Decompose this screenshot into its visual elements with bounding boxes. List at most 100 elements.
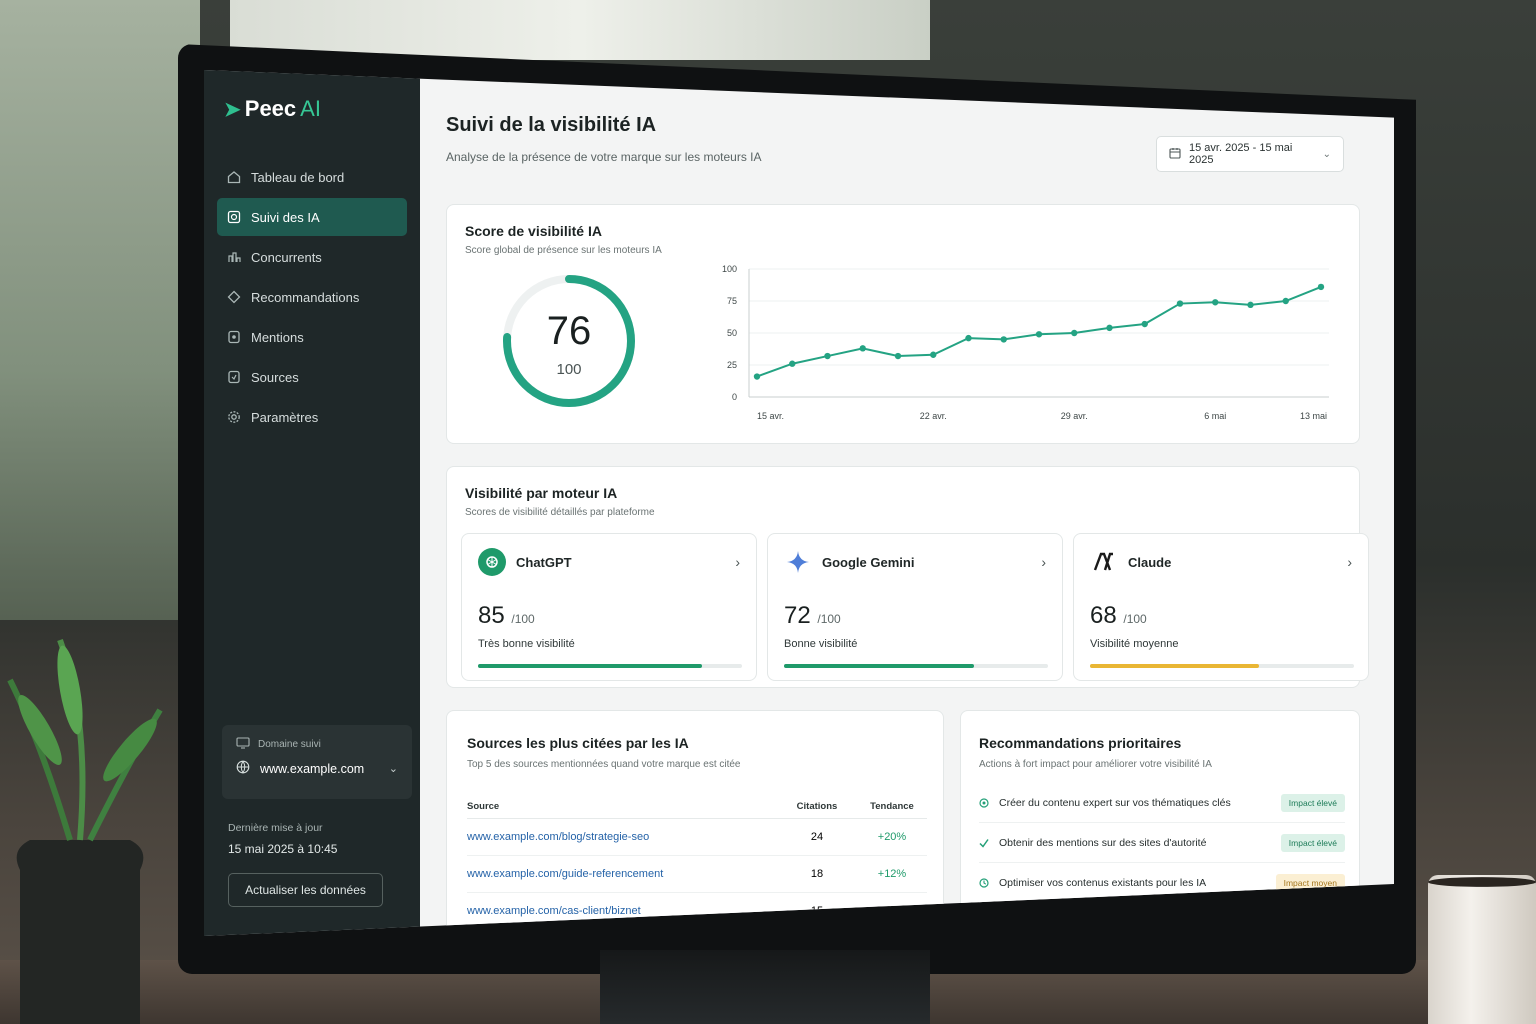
sidebar-item-recommendations[interactable]: Recommandations: [217, 278, 407, 316]
domain-selector[interactable]: Domaine suivi www.example.com ⌄: [222, 725, 412, 799]
source-link[interactable]: www.example.com/blog/strategie-seo: [467, 831, 777, 843]
check-icon: [979, 838, 989, 848]
citations-count: 24: [810, 831, 824, 843]
chevron-right-icon[interactable]: ›: [1041, 554, 1046, 570]
chevron-down-icon: ⌄: [388, 763, 398, 775]
y-tick-label: 75: [727, 296, 737, 306]
data-point: [930, 351, 937, 358]
data-point: [1000, 336, 1007, 343]
impact-badge: Impact élevé: [1280, 833, 1345, 852]
logo[interactable]: ➤ Peec AI: [224, 96, 321, 122]
engine-label: Très bonne visibilité: [478, 638, 575, 650]
claude-icon: [1090, 548, 1118, 576]
engine-score-value: 85: [478, 602, 505, 629]
data-point: [1035, 331, 1043, 338]
calendar-icon: [1169, 147, 1181, 162]
x-tick-label: 13 mai: [1300, 411, 1327, 421]
sidebar-item-label: Recommandations: [251, 289, 360, 305]
screen: ➤ Peec AI Tableau de bord Suivi des IA C…: [204, 70, 1394, 936]
y-tick-label: 25: [727, 360, 737, 370]
column-header-source[interactable]: Source: [467, 801, 777, 812]
mentions-icon: [227, 330, 241, 344]
engine-card-chatgpt[interactable]: ChatGPT › 85 /100 Très bonne visibilité: [461, 533, 757, 681]
settings-icon: [227, 410, 241, 424]
engine-header: Google Gemini: [784, 548, 914, 576]
list-item[interactable]: Obtenir des mentions sur des sites d'aut…: [979, 823, 1345, 863]
sources-table-header: Source Citations Tendance: [467, 795, 927, 819]
sidebar-item-label: Mentions: [251, 329, 304, 345]
engine-score-value: 68: [1090, 602, 1117, 629]
home-icon: [227, 170, 241, 184]
recommendation-text: Créer du contenu expert sur vos thématiq…: [999, 796, 1231, 809]
background-window-top: [230, 0, 930, 60]
chatgpt-icon: [478, 548, 506, 576]
data-point: [859, 345, 866, 352]
engine-progress-fill: [784, 664, 975, 668]
domain-label: Domaine suivi: [258, 739, 321, 750]
engines-card: Visibilité par moteur IA Scores de visib…: [446, 466, 1369, 688]
score-card-subtitle: Score global de présence sur les moteurs…: [465, 245, 662, 256]
monitor-icon: [236, 737, 250, 752]
column-header-citations[interactable]: Citations: [777, 801, 857, 812]
sidebar: ➤ Peec AI Tableau de bord Suivi des IA C…: [204, 70, 420, 936]
sidebar-item-settings[interactable]: Paramètres: [217, 398, 407, 436]
recommendation-text: Obtenir des mentions sur des sites d'aut…: [999, 836, 1207, 849]
chevron-right-icon[interactable]: ›: [735, 554, 740, 570]
domain-label-row: Domaine suivi: [236, 737, 398, 752]
data-point: [1212, 299, 1219, 306]
sidebar-item-ai-tracking[interactable]: Suivi des IA: [217, 198, 407, 236]
page-subtitle: Analyse de la présence de votre marque s…: [446, 150, 762, 164]
globe-icon: [236, 760, 250, 777]
engine-label: Bonne visibilité: [784, 638, 858, 650]
sources-icon: [227, 370, 241, 384]
engine-name: ChatGPT: [516, 554, 572, 570]
engine-progress-fill: [1090, 664, 1259, 668]
data-point: [753, 373, 761, 380]
sidebar-item-mentions[interactable]: Mentions: [217, 318, 407, 356]
data-point: [1317, 283, 1325, 291]
sidebar-item-label: Paramètres: [251, 409, 319, 425]
sidebar-item-label: Suivi des IA: [251, 209, 320, 225]
visibility-score-card: Score de visibilité IA Score global de p…: [446, 204, 1360, 444]
engine-card-claude[interactable]: Claude › 68 /100 Visibilité moyenne: [1073, 533, 1369, 681]
data-point: [1176, 300, 1184, 307]
column-header-trend[interactable]: Tendance: [857, 801, 927, 812]
logo-mark-icon: ➤: [224, 98, 241, 121]
list-item[interactable]: Créer du contenu expert sur vos thématiq…: [979, 783, 1345, 823]
chevron-down-icon: ⌄: [1322, 148, 1331, 160]
sidebar-item-label: Concurrents: [251, 249, 322, 265]
sidebar-item-dashboard[interactable]: Tableau de bord: [217, 158, 407, 196]
sidebar-item-competitors[interactable]: Concurrents: [217, 238, 407, 276]
data-point: [965, 334, 972, 342]
engines-card-title: Visibilité par moteur IA: [465, 485, 618, 501]
plant-decoration: [7, 638, 163, 1024]
chevron-right-icon[interactable]: ›: [1347, 554, 1352, 570]
engine-label: Visibilité moyenne: [1090, 638, 1179, 650]
x-tick-label: 6 mai: [1204, 411, 1226, 421]
logo-text: Peec: [244, 96, 297, 121]
recommendations-icon: [227, 290, 241, 304]
date-range-value: 15 avr. 2025 - 15 mai 2025: [1189, 142, 1293, 166]
sidebar-nav: Tableau de bord Suivi des IA Concurrents…: [217, 158, 407, 438]
refresh-data-button[interactable]: Actualiser les données: [228, 873, 383, 907]
monitor-stand: [600, 950, 930, 1024]
source-link[interactable]: www.example.com/guide-referencement: [467, 868, 777, 880]
engine-score: 72 /100: [784, 602, 841, 630]
data-point: [1106, 324, 1113, 332]
engine-card-gemini[interactable]: Google Gemini › 72 /100 Bonne visibilité: [767, 533, 1063, 681]
engine-score: 85 /100: [478, 602, 535, 630]
sidebar-item-sources[interactable]: Sources: [217, 358, 407, 396]
sidebar-item-label: Sources: [251, 369, 299, 385]
data-point: [894, 352, 902, 360]
reco-card-subtitle: Actions à fort impact pour améliorer vot…: [979, 759, 1212, 770]
logo-ai-text: AI: [300, 96, 321, 121]
page-title: Suivi de la visibilité IA: [446, 114, 657, 136]
engine-score-max: /100: [817, 612, 841, 626]
date-range-picker[interactable]: 15 avr. 2025 - 15 mai 2025 ⌄: [1156, 136, 1344, 172]
last-update-value: 15 mai 2025 à 10:45: [228, 842, 338, 856]
engine-header: Claude: [1090, 548, 1171, 576]
top-sources-card: Sources les plus citées par les IA Top 5…: [446, 710, 944, 936]
coffee-mug: [1428, 875, 1536, 1024]
trend-value: +20%: [877, 831, 907, 843]
data-point: [789, 360, 796, 367]
